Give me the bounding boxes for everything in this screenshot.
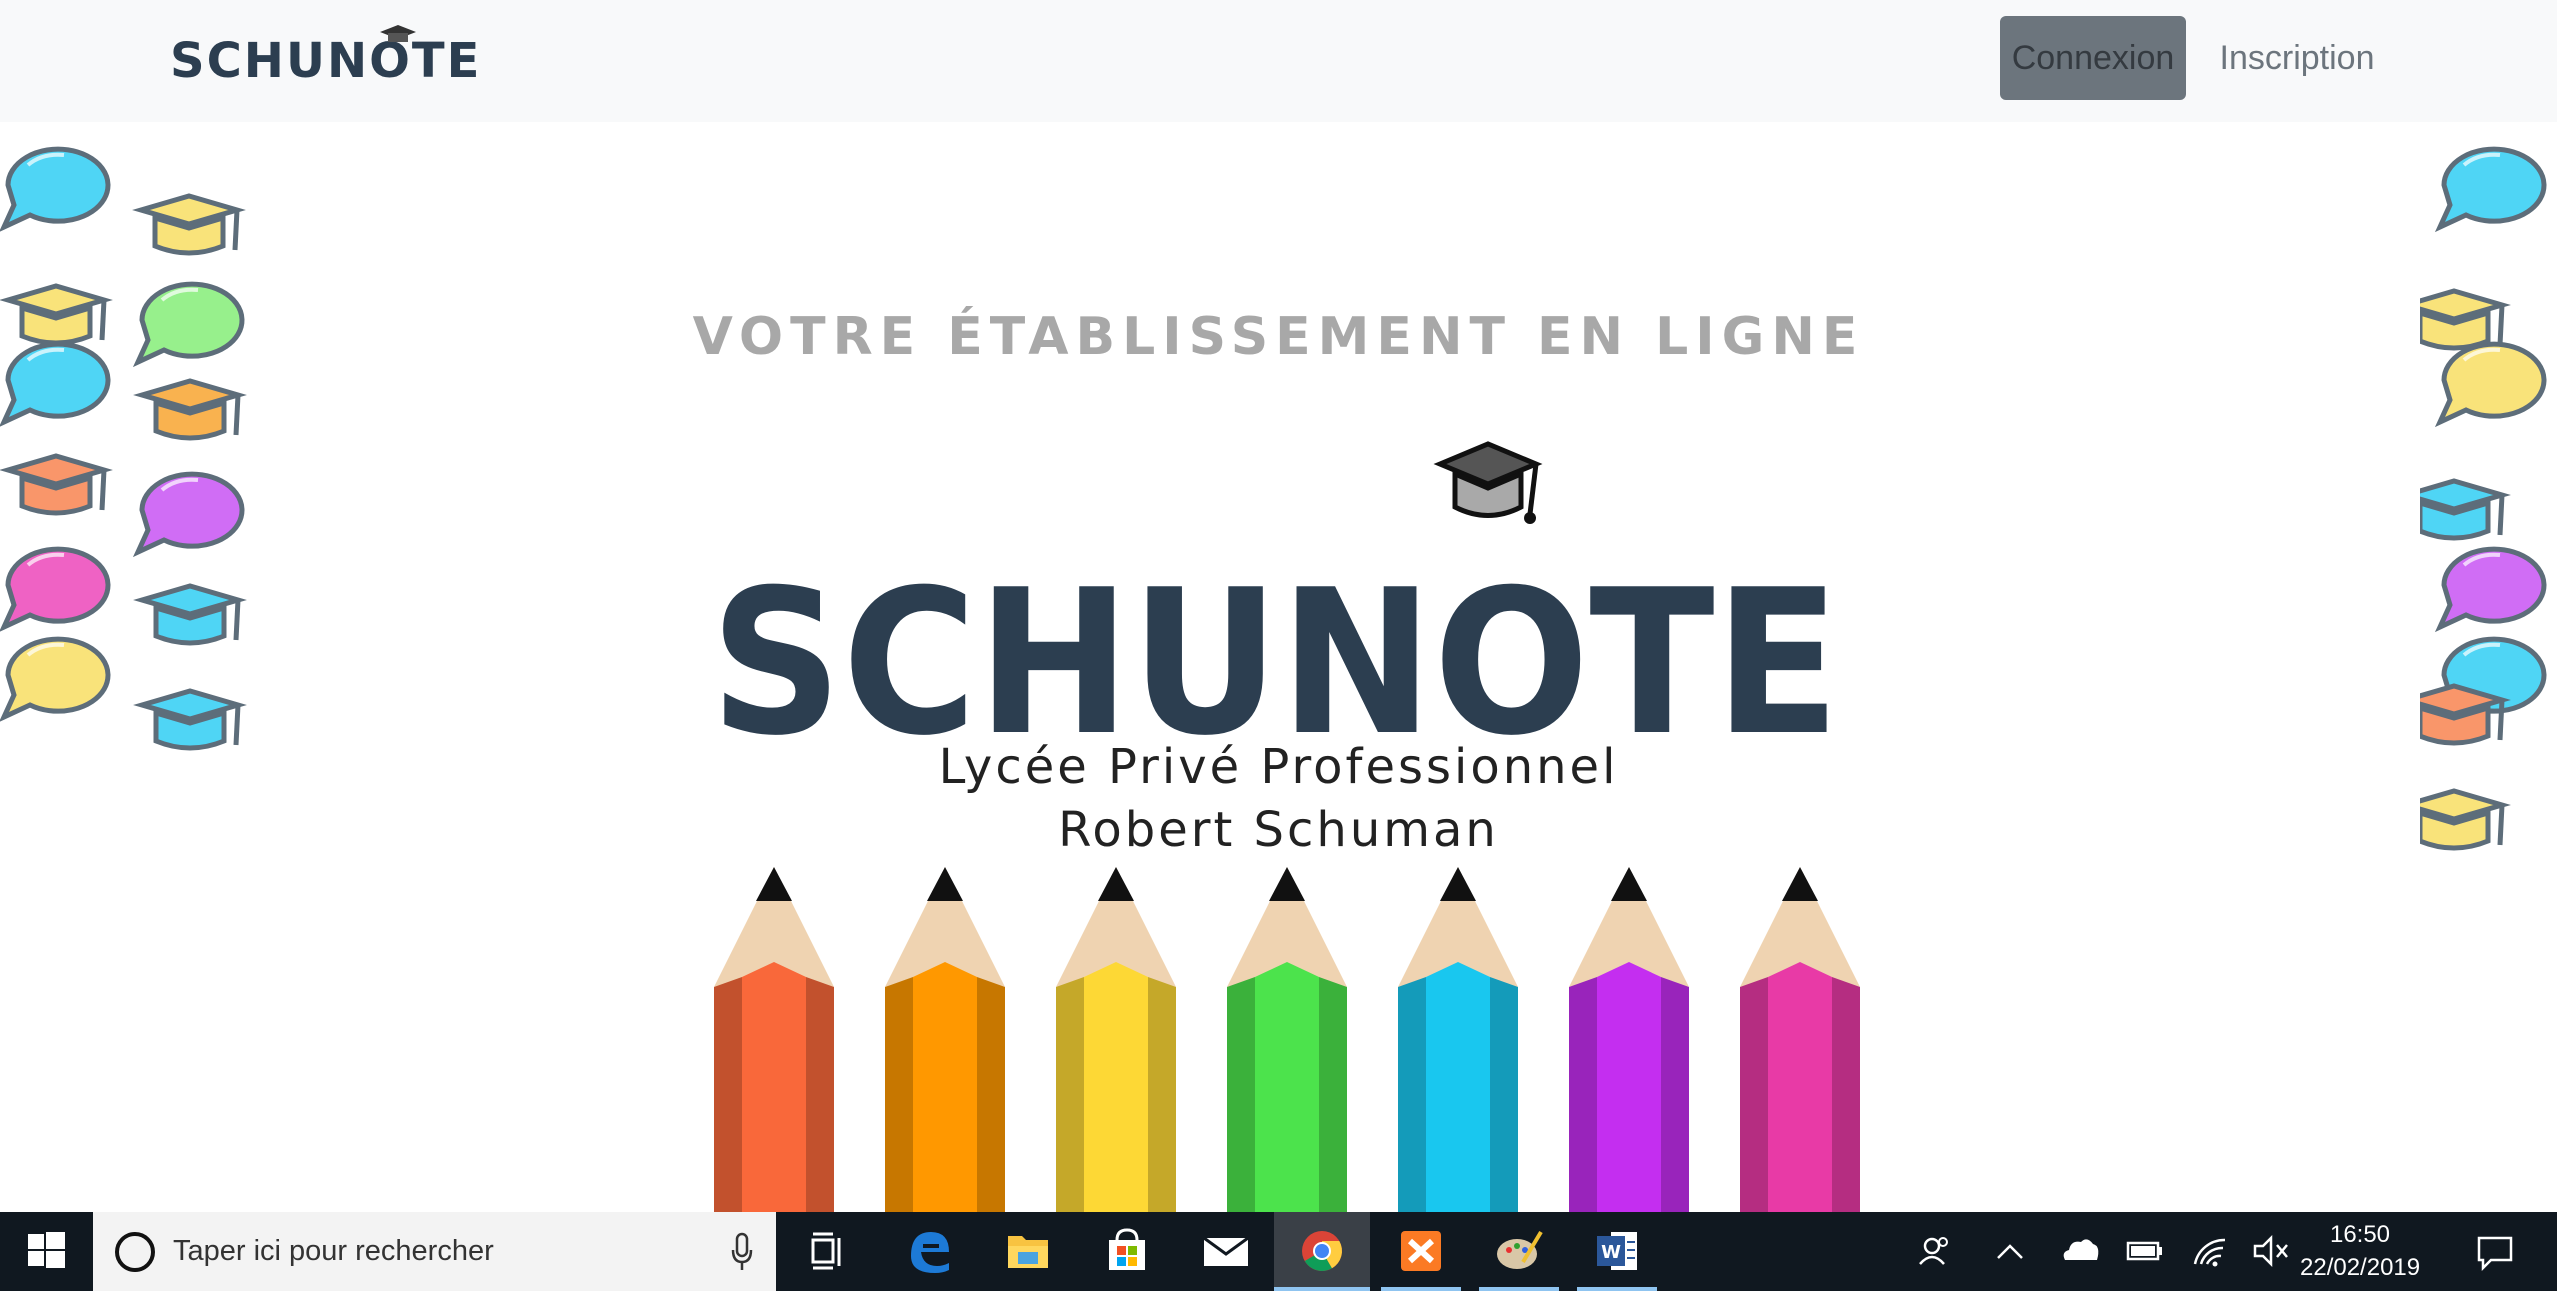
graduation-cap-icon <box>132 193 246 256</box>
pencil <box>885 867 1005 1212</box>
svg-text:W: W <box>1601 1242 1621 1263</box>
battery-icon[interactable] <box>2120 1212 2170 1291</box>
brand-logo[interactable]: SCHUNOTE <box>168 22 488 82</box>
paint-taskbar-button[interactable] <box>1479 1212 1559 1291</box>
taskbar-search-box[interactable]: Taper ici pour rechercher <box>93 1212 776 1291</box>
hero-section: VOTRE ÉTABLISSEMENT EN LIGNE SCHUNOTE Ly… <box>0 122 2557 1212</box>
login-button[interactable]: Connexion <box>2000 16 2186 100</box>
chrome-icon <box>1302 1231 1342 1271</box>
left-decoration <box>0 146 247 751</box>
active-indicator <box>1381 1287 1461 1291</box>
speech-bubble-icon <box>0 146 111 232</box>
chevron-up-icon[interactable] <box>1990 1212 2030 1291</box>
register-link[interactable]: Inscription <box>2206 16 2388 100</box>
hero-logo-text: SCHUNOTE <box>710 547 1840 762</box>
word-taskbar-button[interactable]: W <box>1577 1212 1657 1291</box>
pencil <box>1740 867 1860 1212</box>
speech-bubble-icon <box>0 636 111 722</box>
onedrive-icon[interactable] <box>2055 1212 2105 1291</box>
store-icon[interactable] <box>1087 1212 1167 1291</box>
xampp-icon <box>1401 1231 1441 1271</box>
pencils-illustration <box>714 867 1860 1212</box>
graduation-cap-icon <box>133 378 247 441</box>
speech-bubble-icon <box>0 546 111 632</box>
tagline: VOTRE ÉTABLISSEMENT EN LIGNE <box>692 307 1865 367</box>
chrome-taskbar-button[interactable] <box>1274 1212 1370 1291</box>
pencil <box>1056 867 1176 1212</box>
clock-time: 16:50 <box>2329 1221 2391 1248</box>
pencil <box>1398 867 1518 1212</box>
paint-icon <box>1497 1230 1543 1269</box>
school-name-line1: Lycée Privé Professionnel <box>938 739 1619 795</box>
brand-text: SCHUNOTE <box>170 33 481 82</box>
edge-icon[interactable] <box>889 1212 969 1291</box>
graduation-cap-icon <box>2420 683 2511 746</box>
navbar: SCHUNOTE Connexion Inscription <box>0 0 2557 122</box>
speech-bubble-icon <box>132 471 245 558</box>
graduation-cap-icon <box>2420 478 2511 541</box>
hero-logo: SCHUNOTE <box>710 441 1840 762</box>
cortana-icon[interactable] <box>115 1232 155 1272</box>
notifications-icon[interactable] <box>2465 1212 2525 1291</box>
volume-muted-icon[interactable] <box>2245 1212 2295 1291</box>
pencil <box>1227 867 1347 1212</box>
task-view-icon[interactable] <box>789 1212 869 1291</box>
pencil <box>1569 867 1689 1212</box>
people-icon[interactable] <box>1910 1212 1960 1291</box>
clock-date: 22/02/2019 <box>2300 1254 2421 1281</box>
mail-icon[interactable] <box>1186 1212 1266 1291</box>
clock[interactable]: 16:50 22/02/2019 <box>2300 1218 2420 1284</box>
file-explorer-icon[interactable] <box>988 1212 1068 1291</box>
graduation-cap-icon <box>1433 441 1543 524</box>
windows-taskbar: Taper ici pour rechercher W 16:50 22/02/… <box>0 1212 2557 1291</box>
microphone-icon[interactable] <box>730 1232 754 1272</box>
speech-bubble-icon <box>2434 146 2547 233</box>
active-indicator <box>1577 1287 1657 1291</box>
active-indicator <box>1274 1287 1370 1291</box>
school-name-line2: Robert Schuman <box>1058 802 1499 858</box>
active-indicator <box>1479 1287 1559 1291</box>
graduation-cap-icon <box>133 583 247 646</box>
word-icon: W <box>1597 1232 1637 1270</box>
xampp-taskbar-button[interactable] <box>1381 1212 1461 1291</box>
search-placeholder: Taper ici pour rechercher <box>173 1235 494 1267</box>
speech-bubble-icon <box>2434 546 2547 633</box>
graduation-cap-icon <box>0 453 113 516</box>
windows-start-icon[interactable] <box>0 1212 92 1291</box>
pencil <box>714 867 834 1212</box>
wifi-icon[interactable] <box>2185 1212 2235 1291</box>
right-decoration <box>2420 146 2547 851</box>
